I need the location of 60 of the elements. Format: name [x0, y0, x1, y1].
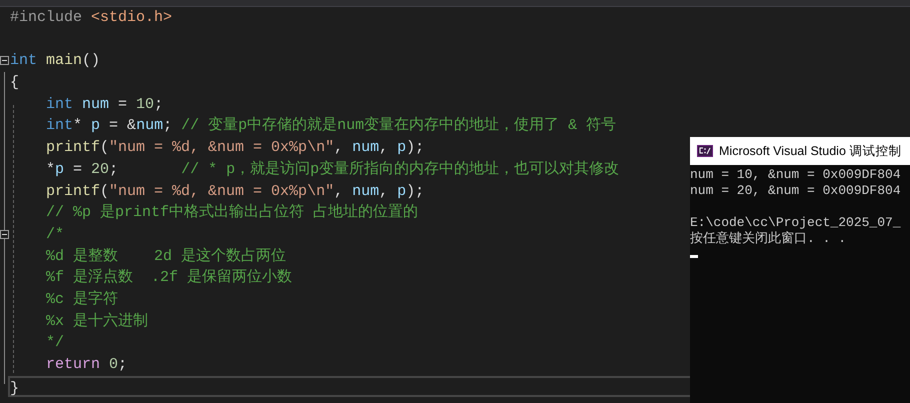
code-text: , [379, 139, 390, 156]
code-comment: %f 是浮点数 .2f 是保留两位小数 [46, 269, 292, 286]
console-output-line: num = 20, &num = 0x009DF804 [690, 183, 901, 199]
code-comment: %c 是字符 [46, 290, 118, 308]
console-output-line: num = 10, &num = 0x009DF804 [690, 167, 901, 183]
variable-name: p [55, 160, 64, 178]
code-text: = [72, 160, 84, 178]
console-output-line: 按任意键关闭此窗口. . . [690, 231, 846, 247]
code-comment: // * p，就是访问p变量所指向的内存中的地址，也可以对其修改 [181, 160, 620, 178]
collapse-icon[interactable] [0, 56, 9, 66]
code-text: () [82, 52, 100, 70]
variable-name: p [397, 182, 406, 200]
code-text: = & [108, 117, 136, 134]
code-text: ; [163, 117, 174, 134]
variable-name: num [136, 117, 164, 134]
code-text: ( [100, 139, 110, 156]
code-text: ; [154, 96, 164, 113]
keyword: return [46, 356, 102, 373]
header-name: <stdio.h> [91, 9, 172, 26]
number-literal: 0 [109, 356, 118, 373]
number-literal: 20 [91, 160, 110, 178]
string-literal: "num = %d, &num = 0x%p\n" [109, 182, 334, 200]
number-literal: 10 [136, 96, 154, 113]
code-comment: // 变量p中存储的就是num变量在内存中的地址，使用了 & 符号 [181, 117, 616, 134]
code-text: { [10, 74, 20, 92]
code-comment: %x 是十六进制 [46, 312, 148, 330]
code-text: = [117, 96, 128, 113]
code-text: * [46, 160, 56, 178]
console-app-icon [697, 145, 713, 157]
code-comment: %d 是整数 2d 是这个数占两位 [46, 248, 286, 265]
code-text: , [334, 182, 344, 200]
code-text: , [379, 182, 390, 200]
code-text: } [10, 380, 20, 397]
variable-name: num [352, 182, 380, 200]
code-text: ; [118, 356, 128, 373]
keyword: int [10, 52, 38, 70]
function-name: printf [46, 182, 100, 200]
variable-name: num [352, 139, 380, 156]
code-text: ); [406, 182, 424, 200]
code-text: , [334, 139, 344, 156]
code-comment: */ [46, 334, 64, 352]
console-output-line: E:\code\cc\Project_2025_07_ [690, 215, 901, 231]
function-name: printf [46, 139, 100, 156]
code-comment: /* [46, 226, 64, 243]
variable-name: num [82, 96, 110, 113]
variable-name: p [91, 117, 100, 134]
code-text: ); [406, 139, 424, 156]
function-name: main [46, 52, 82, 70]
collapse-icon[interactable] [0, 230, 9, 239]
text-cursor [690, 255, 698, 258]
code-text: * [73, 117, 84, 134]
code-text: ( [100, 182, 110, 200]
code-comment: // %p 是printf中格式出输出占位符 占地址的位置的 [46, 204, 418, 222]
code-text: ; [109, 160, 120, 178]
window-title: Microsoft Visual Studio 调试控制 [719, 142, 902, 160]
variable-name: p [397, 139, 406, 156]
keyword: int [46, 117, 74, 134]
keyword: int [46, 96, 74, 113]
preprocessor-directive: #include [10, 9, 84, 26]
string-literal: "num = %d, &num = 0x%p\n" [109, 139, 334, 156]
